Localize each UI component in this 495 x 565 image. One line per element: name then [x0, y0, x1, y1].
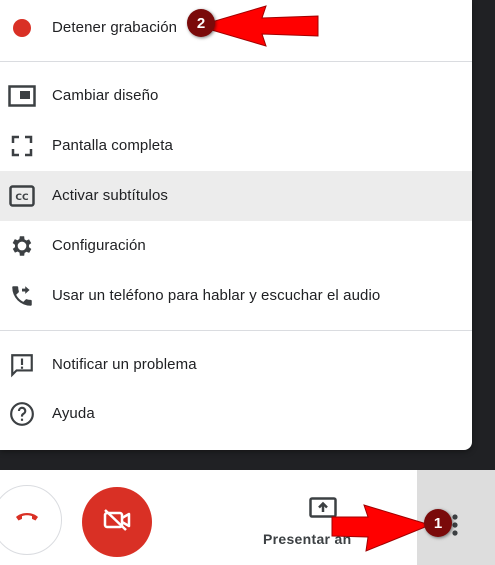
camera-toggle-button[interactable] [82, 487, 152, 557]
menu-item-label: Cambiar diseño [52, 87, 159, 104]
hang-up-icon [15, 511, 39, 529]
layout-icon [8, 83, 36, 109]
menu-item-settings[interactable]: Configuración [0, 221, 472, 271]
menu-divider [0, 61, 472, 62]
report-problem-icon [8, 352, 36, 378]
annotation-badge-2: 2 [187, 9, 215, 37]
annotation-arrow-1 [331, 504, 432, 552]
menu-item-report-problem[interactable]: Notificar un problema [0, 340, 472, 390]
menu-item-label: Activar subtítulos [52, 187, 169, 204]
menu-item-fullscreen[interactable]: Pantalla completa [0, 121, 472, 171]
menu-item-label: Configuración [52, 237, 146, 254]
menu-item-label: Pantalla completa [52, 137, 173, 154]
record-dot-icon [8, 15, 36, 41]
annotation-badge-1: 1 [424, 509, 452, 537]
help-icon [8, 401, 36, 427]
menu-item-help[interactable]: Ayuda [0, 389, 472, 439]
svg-text:CC: CC [15, 193, 29, 203]
camera-off-icon [102, 508, 132, 537]
closed-captions-icon: CC [8, 183, 36, 209]
gear-icon [8, 233, 36, 259]
more-options-menu: Detener grabación Cambiar diseño Pantall… [0, 0, 472, 450]
menu-item-change-layout[interactable]: Cambiar diseño [0, 71, 472, 121]
menu-item-use-phone[interactable]: Usar un teléfono para hablar y escuchar … [0, 271, 472, 321]
fullscreen-icon [8, 133, 36, 159]
menu-item-label: Detener grabación [52, 19, 178, 36]
menu-item-captions[interactable]: CC Activar subtítulos [0, 171, 472, 221]
menu-item-label: Usar un teléfono para hablar y escuchar … [52, 287, 381, 304]
menu-divider [0, 330, 472, 331]
menu-item-label: Notificar un problema [52, 356, 197, 373]
menu-item-label: Ayuda [52, 405, 95, 422]
more-vert-icon [451, 513, 459, 537]
phone-forward-icon [8, 283, 36, 309]
